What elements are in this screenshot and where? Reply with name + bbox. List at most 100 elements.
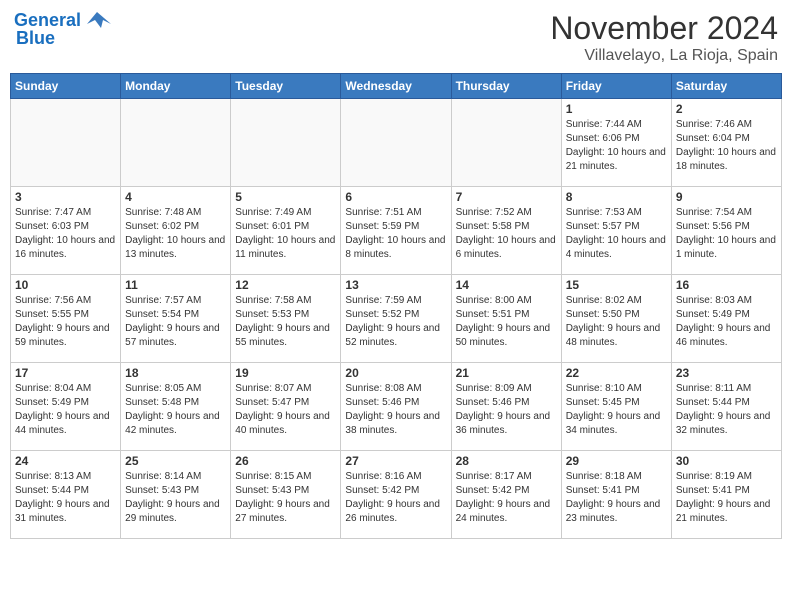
- day-info: Sunrise: 7:44 AM Sunset: 6:06 PM Dayligh…: [566, 118, 667, 174]
- day-number: 27: [345, 454, 446, 468]
- day-number: 23: [676, 366, 777, 380]
- day-cell: 25 Sunrise: 8:14 AM Sunset: 5:43 PM Dayli…: [121, 451, 231, 539]
- day-number: 22: [566, 366, 667, 380]
- day-info: Sunrise: 8:04 AM Sunset: 5:49 PM Dayligh…: [15, 382, 116, 438]
- day-cell: 18 Sunrise: 8:05 AM Sunset: 5:48 PM Dayli…: [121, 363, 231, 451]
- day-info: Sunrise: 7:52 AM Sunset: 5:58 PM Dayligh…: [456, 206, 557, 262]
- day-info: Sunrise: 7:46 AM Sunset: 6:04 PM Dayligh…: [676, 118, 777, 174]
- calendar-table: SundayMondayTuesdayWednesdayThursdayFrid…: [10, 73, 782, 539]
- day-info: Sunrise: 7:51 AM Sunset: 5:59 PM Dayligh…: [345, 206, 446, 262]
- day-info: Sunrise: 7:47 AM Sunset: 6:03 PM Dayligh…: [15, 206, 116, 262]
- day-number: 14: [456, 278, 557, 292]
- weekday-header-friday: Friday: [561, 74, 671, 99]
- day-number: 5: [235, 190, 336, 204]
- day-number: 18: [125, 366, 226, 380]
- day-cell: [11, 99, 121, 187]
- day-number: 16: [676, 278, 777, 292]
- day-info: Sunrise: 7:48 AM Sunset: 6:02 PM Dayligh…: [125, 206, 226, 262]
- day-number: 4: [125, 190, 226, 204]
- day-info: Sunrise: 8:19 AM Sunset: 5:41 PM Dayligh…: [676, 470, 777, 526]
- page-header: General Blue November 2024 Villavelayo, …: [10, 10, 782, 65]
- day-number: 28: [456, 454, 557, 468]
- day-number: 7: [456, 190, 557, 204]
- day-cell: [341, 99, 451, 187]
- day-info: Sunrise: 8:18 AM Sunset: 5:41 PM Dayligh…: [566, 470, 667, 526]
- day-number: 12: [235, 278, 336, 292]
- day-cell: 1 Sunrise: 7:44 AM Sunset: 6:06 PM Daylig…: [561, 99, 671, 187]
- logo-blue-text: Blue: [16, 28, 55, 49]
- day-number: 30: [676, 454, 777, 468]
- logo-bird-icon: [83, 10, 111, 32]
- weekday-header-monday: Monday: [121, 74, 231, 99]
- day-number: 20: [345, 366, 446, 380]
- weekday-header-sunday: Sunday: [11, 74, 121, 99]
- day-number: 24: [15, 454, 116, 468]
- day-info: Sunrise: 8:03 AM Sunset: 5:49 PM Dayligh…: [676, 294, 777, 350]
- day-cell: 14 Sunrise: 8:00 AM Sunset: 5:51 PM Dayli…: [451, 275, 561, 363]
- day-number: 6: [345, 190, 446, 204]
- day-cell: 12 Sunrise: 7:58 AM Sunset: 5:53 PM Dayli…: [231, 275, 341, 363]
- day-cell: [451, 99, 561, 187]
- day-info: Sunrise: 7:57 AM Sunset: 5:54 PM Dayligh…: [125, 294, 226, 350]
- day-number: 1: [566, 102, 667, 116]
- day-number: 9: [676, 190, 777, 204]
- day-cell: 11 Sunrise: 7:57 AM Sunset: 5:54 PM Dayli…: [121, 275, 231, 363]
- day-cell: 5 Sunrise: 7:49 AM Sunset: 6:01 PM Daylig…: [231, 187, 341, 275]
- day-number: 17: [15, 366, 116, 380]
- week-row-4: 17 Sunrise: 8:04 AM Sunset: 5:49 PM Dayli…: [11, 363, 782, 451]
- day-number: 13: [345, 278, 446, 292]
- day-info: Sunrise: 7:58 AM Sunset: 5:53 PM Dayligh…: [235, 294, 336, 350]
- week-row-1: 1 Sunrise: 7:44 AM Sunset: 6:06 PM Daylig…: [11, 99, 782, 187]
- day-cell: [121, 99, 231, 187]
- day-cell: 7 Sunrise: 7:52 AM Sunset: 5:58 PM Daylig…: [451, 187, 561, 275]
- day-cell: 19 Sunrise: 8:07 AM Sunset: 5:47 PM Dayli…: [231, 363, 341, 451]
- week-row-2: 3 Sunrise: 7:47 AM Sunset: 6:03 PM Daylig…: [11, 187, 782, 275]
- day-number: 26: [235, 454, 336, 468]
- day-info: Sunrise: 7:59 AM Sunset: 5:52 PM Dayligh…: [345, 294, 446, 350]
- week-row-3: 10Sunrise: 7:56 AM Sunset: 5:55 PM Dayli…: [11, 275, 782, 363]
- day-number: 2: [676, 102, 777, 116]
- day-info: Sunrise: 8:07 AM Sunset: 5:47 PM Dayligh…: [235, 382, 336, 438]
- day-cell: 3 Sunrise: 7:47 AM Sunset: 6:03 PM Daylig…: [11, 187, 121, 275]
- weekday-header-thursday: Thursday: [451, 74, 561, 99]
- week-row-5: 24 Sunrise: 8:13 AM Sunset: 5:44 PM Dayli…: [11, 451, 782, 539]
- day-info: Sunrise: 8:10 AM Sunset: 5:45 PM Dayligh…: [566, 382, 667, 438]
- day-info: Sunrise: 8:15 AM Sunset: 5:43 PM Dayligh…: [235, 470, 336, 526]
- day-cell: 2 Sunrise: 7:46 AM Sunset: 6:04 PM Daylig…: [671, 99, 781, 187]
- day-info: Sunrise: 8:14 AM Sunset: 5:43 PM Dayligh…: [125, 470, 226, 526]
- day-number: 25: [125, 454, 226, 468]
- day-cell: 21 Sunrise: 8:09 AM Sunset: 5:46 PM Dayli…: [451, 363, 561, 451]
- day-number: 11: [125, 278, 226, 292]
- weekday-header-row: SundayMondayTuesdayWednesdayThursdayFrid…: [11, 74, 782, 99]
- day-number: 15: [566, 278, 667, 292]
- day-info: Sunrise: 8:05 AM Sunset: 5:48 PM Dayligh…: [125, 382, 226, 438]
- day-cell: 13 Sunrise: 7:59 AM Sunset: 5:52 PM Dayli…: [341, 275, 451, 363]
- day-cell: 4 Sunrise: 7:48 AM Sunset: 6:02 PM Daylig…: [121, 187, 231, 275]
- day-info: Sunrise: 8:02 AM Sunset: 5:50 PM Dayligh…: [566, 294, 667, 350]
- day-info: Sunrise: 8:17 AM Sunset: 5:42 PM Dayligh…: [456, 470, 557, 526]
- day-number: 21: [456, 366, 557, 380]
- day-number: 10: [15, 278, 116, 292]
- day-info: Sunrise: 8:13 AM Sunset: 5:44 PM Dayligh…: [15, 470, 116, 526]
- day-info: Sunrise: 7:53 AM Sunset: 5:57 PM Dayligh…: [566, 206, 667, 262]
- day-cell: 20Sunrise: 8:08 AM Sunset: 5:46 PM Dayli…: [341, 363, 451, 451]
- day-cell: 26 Sunrise: 8:15 AM Sunset: 5:43 PM Dayli…: [231, 451, 341, 539]
- day-info: Sunrise: 8:09 AM Sunset: 5:46 PM Dayligh…: [456, 382, 557, 438]
- day-number: 3: [15, 190, 116, 204]
- day-cell: 23Sunrise: 8:11 AM Sunset: 5:44 PM Dayli…: [671, 363, 781, 451]
- day-info: Sunrise: 7:49 AM Sunset: 6:01 PM Dayligh…: [235, 206, 336, 262]
- day-cell: 16 Sunrise: 8:03 AM Sunset: 5:49 PM Dayli…: [671, 275, 781, 363]
- day-info: Sunrise: 8:00 AM Sunset: 5:51 PM Dayligh…: [456, 294, 557, 350]
- day-cell: [231, 99, 341, 187]
- day-cell: 28 Sunrise: 8:17 AM Sunset: 5:42 PM Dayli…: [451, 451, 561, 539]
- day-cell: 24 Sunrise: 8:13 AM Sunset: 5:44 PM Dayli…: [11, 451, 121, 539]
- day-cell: 6 Sunrise: 7:51 AM Sunset: 5:59 PM Daylig…: [341, 187, 451, 275]
- weekday-header-wednesday: Wednesday: [341, 74, 451, 99]
- day-info: Sunrise: 8:16 AM Sunset: 5:42 PM Dayligh…: [345, 470, 446, 526]
- day-cell: 8Sunrise: 7:53 AM Sunset: 5:57 PM Daylig…: [561, 187, 671, 275]
- logo: General Blue: [14, 10, 111, 49]
- day-number: 19: [235, 366, 336, 380]
- location-subtitle: Villavelayo, La Rioja, Spain: [550, 47, 778, 65]
- day-number: 29: [566, 454, 667, 468]
- day-cell: 22 Sunrise: 8:10 AM Sunset: 5:45 PM Dayli…: [561, 363, 671, 451]
